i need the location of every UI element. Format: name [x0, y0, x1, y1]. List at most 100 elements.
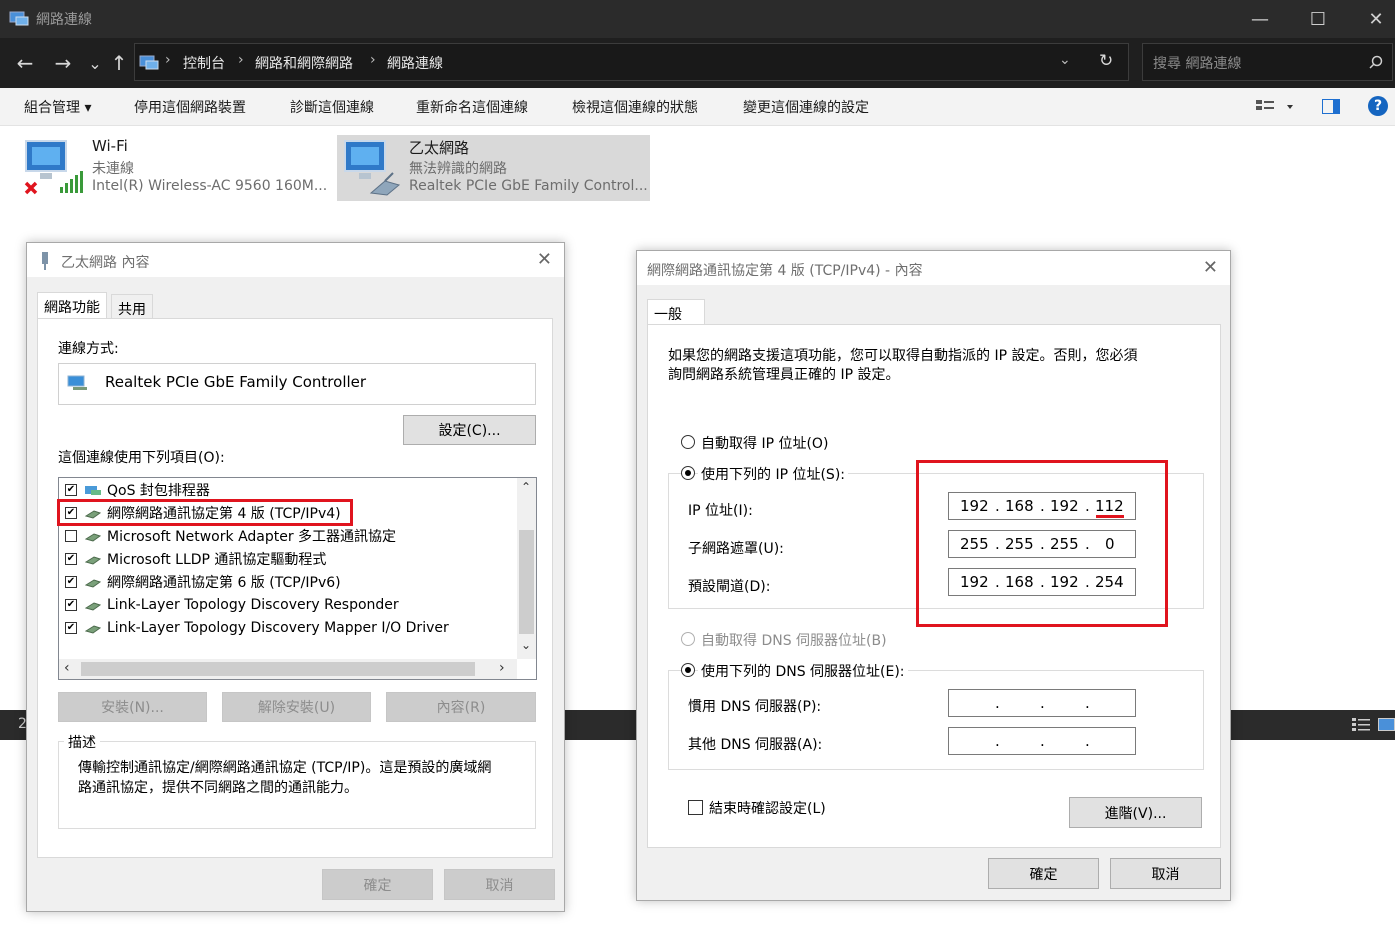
cancel-button[interactable]: 取消 [1110, 858, 1221, 889]
manual-ip-radio[interactable] [681, 466, 695, 480]
organize-menu[interactable]: 組合管理 ▾ [24, 97, 91, 117]
chevron-down-icon[interactable]: ⌄ [1059, 52, 1071, 68]
disable-device-command[interactable]: 停用這個網路裝置 [134, 97, 246, 117]
adapter-status: 未連線 [92, 161, 134, 177]
vertical-scrollbar[interactable]: ⌃ ⌄ [517, 478, 536, 659]
protocol-icon [85, 579, 101, 588]
checkbox[interactable]: ✔ [65, 553, 77, 565]
manual-dns-label: 使用下列的 DNS 伺服器位址(E): [698, 661, 908, 681]
configure-button[interactable]: 設定(C)... [403, 415, 536, 445]
protocol-icon [85, 602, 101, 611]
window-title: 網路連線 [36, 12, 92, 28]
checkbox[interactable]: ✔ [65, 576, 77, 588]
uninstall-button[interactable]: 解除安裝(U) [222, 692, 371, 722]
items-label: 這個連線使用下列項目(O): [58, 450, 225, 466]
checkbox[interactable]: ✔ [65, 622, 77, 634]
network-adapter-icon [67, 375, 89, 391]
scroll-right-icon[interactable]: › [499, 660, 505, 676]
recent-locations-icon[interactable]: ⌄ [82, 50, 108, 76]
description-text-line1: 傳輸控制通訊協定/網際網路通訊協定 (TCP/IP)。這是預設的廣域網 [78, 760, 492, 776]
scroll-left-icon[interactable]: ‹ [64, 660, 70, 676]
breadcrumb-network-connections[interactable]: 網路連線 [387, 53, 443, 73]
view-status-command[interactable]: 檢視這個連線的狀態 [572, 97, 698, 117]
manual-ip-label: 使用下列的 IP 位址(S): [698, 464, 848, 484]
general-tab-panel: 如果您的網路支援這項功能，您可以取得自動指派的 IP 設定。否則，您必須 詢問網… [647, 324, 1221, 848]
horizontal-scrollbar[interactable]: ‹ › [59, 659, 517, 679]
breadcrumb-network-internet[interactable]: 網路和網際網路 [255, 53, 353, 73]
checkbox[interactable]: ✔ [65, 599, 77, 611]
connect-using-label: 連線方式: [58, 341, 119, 357]
forward-arrow-icon[interactable]: → [50, 50, 76, 76]
close-button[interactable]: ✕ [1347, 0, 1395, 38]
dialog-title: 乙太網路 內容 [61, 255, 150, 271]
tab-networking[interactable]: 網路功能 [37, 292, 107, 321]
auto-ip-label: 自動取得 IP 位址(O) [701, 436, 829, 452]
ok-button[interactable]: 確定 [988, 858, 1099, 889]
subnet-mask-label: 子網路遮罩(U): [688, 541, 784, 557]
close-icon[interactable]: ✕ [1203, 257, 1218, 278]
info-text-line1: 如果您的網路支援這項功能，您可以取得自動指派的 IP 設定。否則，您必須 [668, 348, 1138, 364]
close-icon[interactable]: ✕ [537, 249, 552, 270]
checkbox[interactable]: ✔ [65, 484, 77, 496]
dialog-title-bar: 網際網路通訊協定第 4 版 (TCP/IPv4) - 內容 ✕ [637, 251, 1230, 285]
advanced-button[interactable]: 進階(V)... [1069, 797, 1202, 828]
properties-button[interactable]: 內容(R) [386, 692, 536, 722]
list-item[interactable]: ✔ Microsoft LLDP 通訊協定驅動程式 [65, 548, 505, 570]
list-item[interactable]: ✔ Link-Layer Topology Discovery Mapper I… [65, 617, 505, 639]
auto-dns-radio[interactable] [681, 632, 695, 646]
change-settings-command[interactable]: 變更這個連線的設定 [743, 97, 869, 117]
back-arrow-icon[interactable]: ← [12, 50, 38, 76]
list-item[interactable]: Microsoft Network Adapter 多工器通訊協定 [65, 525, 505, 547]
dialog-title: 網際網路通訊協定第 4 版 (TCP/IPv4) - 內容 [647, 263, 923, 279]
protocol-icon [85, 556, 101, 565]
list-item[interactable]: ✔ QoS 封包排程器 [65, 479, 505, 501]
scroll-down-icon[interactable]: ⌄ [521, 638, 531, 652]
validate-checkbox[interactable] [688, 800, 703, 815]
description-label: 描述 [64, 732, 100, 752]
diagnose-command[interactable]: 診斷這個連線 [290, 97, 374, 117]
view-options-icon[interactable] [1256, 99, 1296, 115]
breadcrumb-separator: › [238, 52, 244, 68]
scroll-thumb[interactable] [81, 662, 475, 676]
large-icons-view-icon[interactable] [1378, 717, 1395, 733]
maximize-button[interactable]: ☐ [1289, 0, 1347, 38]
checkbox[interactable] [65, 530, 77, 542]
manual-dns-radio[interactable] [681, 663, 695, 677]
search-box[interactable]: 搜尋 網路連線 [1142, 43, 1393, 81]
tab-general[interactable]: 一般 [647, 299, 705, 325]
ok-button[interactable]: 確定 [322, 869, 433, 900]
item-label: Link-Layer Topology Discovery Responder [107, 597, 399, 613]
help-icon[interactable]: ? [1368, 96, 1388, 116]
address-bar[interactable]: › 控制台 › 網路和網際網路 › 網路連線 ⌄ ↻ [134, 43, 1129, 81]
control-panel-icon [138, 53, 160, 71]
search-icon[interactable] [1369, 55, 1383, 69]
alternate-dns-field[interactable]: ... [948, 727, 1136, 755]
up-arrow-icon[interactable]: ↑ [106, 50, 132, 76]
auto-dns-label: 自動取得 DNS 伺服器位址(B) [701, 633, 887, 649]
list-item[interactable]: ✔ Link-Layer Topology Discovery Responde… [65, 594, 505, 616]
refresh-icon[interactable]: ↻ [1099, 51, 1113, 71]
cancel-button[interactable]: 取消 [444, 869, 555, 900]
breadcrumb-control-panel[interactable]: 控制台 [183, 53, 225, 73]
adapter-display: Realtek PCIe GbE Family Controller [58, 363, 536, 405]
protocol-icon [85, 625, 101, 634]
ip-fields-highlight [916, 460, 1168, 627]
validate-label: 結束時確認設定(L) [709, 801, 826, 817]
details-view-icon[interactable] [1352, 717, 1370, 733]
minimize-button[interactable]: — [1231, 0, 1289, 38]
adapter-ethernet[interactable]: 乙太網路 無法辨識的網路 Realtek PCIe GbE Family Con… [337, 135, 650, 201]
command-bar: 組合管理 ▾ 停用這個網路裝置 診斷這個連線 重新命名這個連線 檢視這個連線的狀… [0, 88, 1395, 126]
auto-ip-radio[interactable] [681, 435, 695, 449]
rename-command[interactable]: 重新命名這個連線 [416, 97, 528, 117]
list-item[interactable]: ✔ 網際網路通訊協定第 6 版 (TCP/IPv6) [65, 571, 505, 593]
preview-pane-icon[interactable] [1322, 99, 1340, 115]
scroll-up-icon[interactable]: ⌃ [521, 480, 531, 494]
description-text-line2: 路通訊協定，提供不同網路之間的通訊能力。 [78, 780, 358, 796]
dns-settings-group [668, 670, 1204, 770]
scroll-thumb[interactable] [519, 530, 534, 634]
gateway-label: 預設閘道(D): [688, 579, 771, 595]
breadcrumb-separator: › [370, 52, 376, 68]
install-button[interactable]: 安裝(N)... [58, 692, 207, 722]
preferred-dns-field[interactable]: ... [948, 689, 1136, 717]
adapter-wifi[interactable]: Wi-Fi 未連線 Intel(R) Wireless-AC 9560 160M… [20, 135, 332, 201]
